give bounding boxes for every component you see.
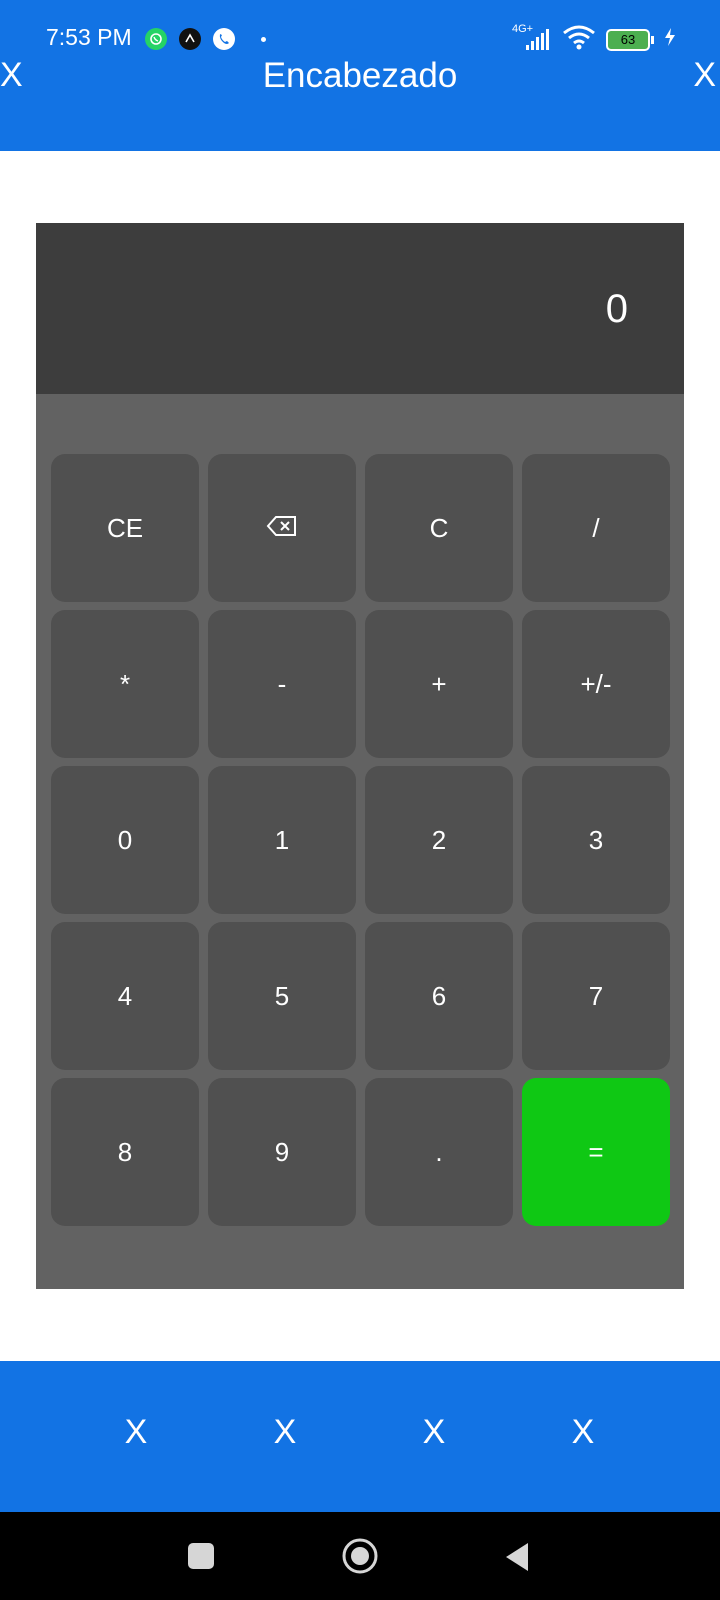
wifi-icon — [562, 24, 596, 55]
key-negate[interactable]: +/- — [522, 610, 670, 758]
status-notification-icons — [145, 28, 266, 50]
calculator: 0 CE C / * - + +/- 0 1 2 3 4 5 6 7 8 9 .… — [36, 223, 684, 1289]
key-9[interactable]: 9 — [208, 1078, 356, 1226]
key-1[interactable]: 1 — [208, 766, 356, 914]
system-navigation-bar — [0, 1512, 720, 1600]
bottom-bar: X X X X — [0, 1361, 720, 1512]
bottom-bar-item-1[interactable]: X — [116, 1413, 156, 1452]
charging-icon — [664, 27, 676, 52]
keypad: CE C / * - + +/- 0 1 2 3 4 5 6 7 8 9 . = — [51, 454, 670, 1226]
key-backspace[interactable] — [208, 454, 356, 602]
status-time: 7:53 PM — [46, 24, 132, 50]
key-divide[interactable]: / — [522, 454, 670, 602]
key-equals[interactable]: = — [522, 1078, 670, 1226]
bottom-bar-item-2[interactable]: X — [265, 1413, 305, 1452]
recent-apps-icon[interactable] — [188, 1543, 214, 1569]
key-ce[interactable]: CE — [51, 454, 199, 602]
display-value: 0 — [605, 287, 628, 331]
whatsapp-icon — [145, 28, 167, 50]
bottom-bar-item-4[interactable]: X — [563, 1413, 603, 1452]
header-close-right-button[interactable]: X — [693, 56, 716, 95]
key-7[interactable]: 7 — [522, 922, 670, 1070]
calculator-display: 0 — [36, 223, 684, 394]
phone-icon — [213, 28, 235, 50]
bottom-bar-item-3[interactable]: X — [414, 1413, 454, 1452]
home-icon[interactable] — [341, 1537, 379, 1580]
key-8[interactable]: 8 — [51, 1078, 199, 1226]
backspace-icon — [266, 513, 298, 544]
page-title: Encabezado — [262, 56, 458, 95]
key-0[interactable]: 0 — [51, 766, 199, 914]
battery-icon: 63 — [606, 28, 654, 51]
key-4[interactable]: 4 — [51, 922, 199, 1070]
status-system-icons: 4G+ 63 — [512, 23, 676, 55]
key-2[interactable]: 2 — [365, 766, 513, 914]
key-c[interactable]: C — [365, 454, 513, 602]
key-multiply[interactable]: * — [51, 610, 199, 758]
key-6[interactable]: 6 — [365, 922, 513, 1070]
app-icon — [179, 28, 201, 50]
signal-icon: 4G+ — [512, 23, 552, 53]
key-5[interactable]: 5 — [208, 922, 356, 1070]
top-app-bar: 7:53 PM 4G+ 63 X Encabezado X — [0, 0, 720, 151]
battery-level: 63 — [620, 32, 636, 47]
key-minus[interactable]: - — [208, 610, 356, 758]
key-3[interactable]: 3 — [522, 766, 670, 914]
notification-dot-icon — [261, 36, 266, 42]
back-icon[interactable] — [504, 1541, 530, 1578]
key-decimal[interactable]: . — [365, 1078, 513, 1226]
key-plus[interactable]: + — [365, 610, 513, 758]
